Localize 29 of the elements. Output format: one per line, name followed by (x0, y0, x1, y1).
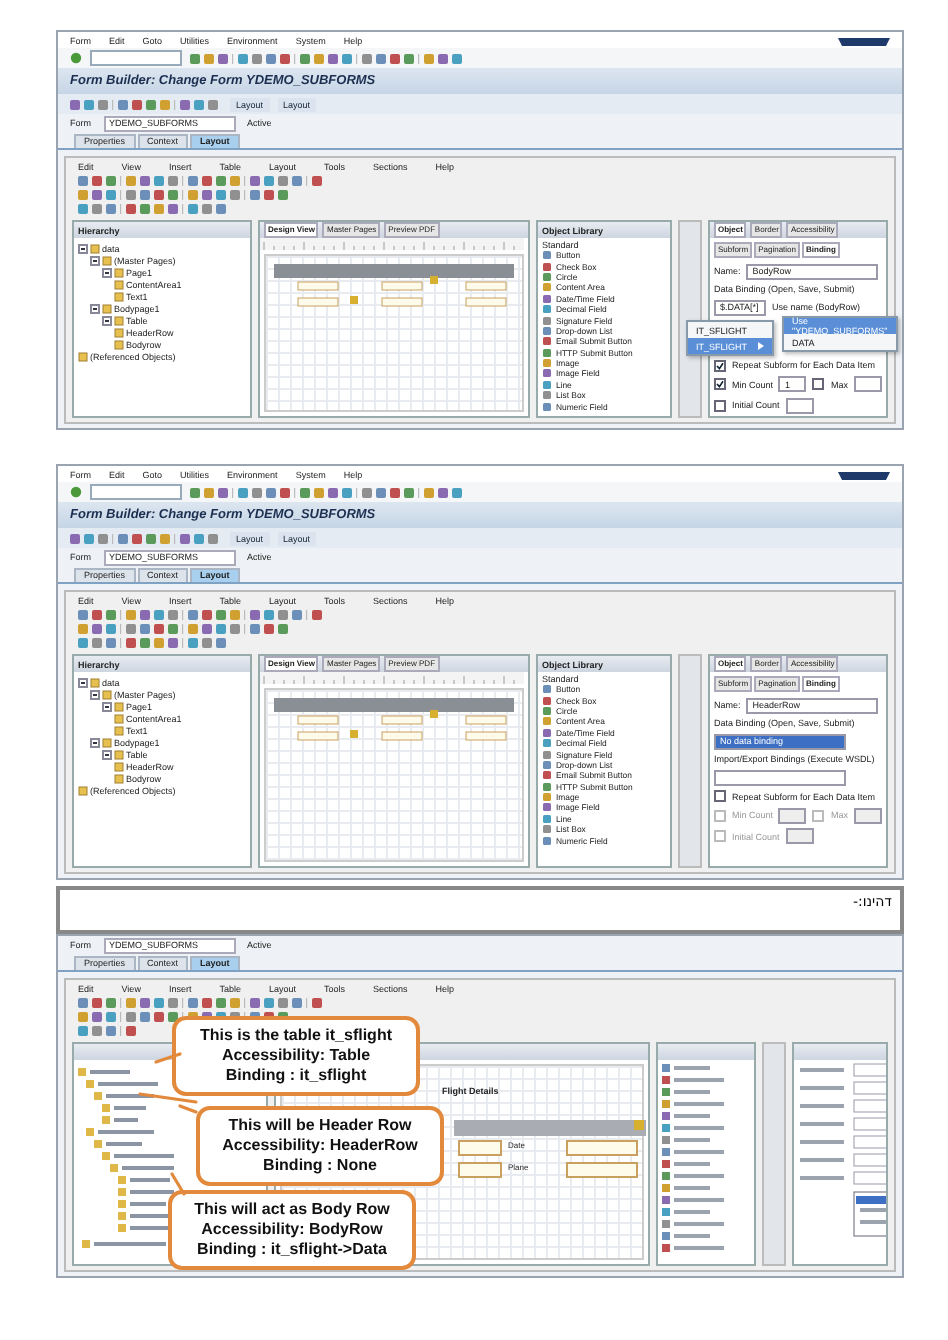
checkbox[interactable] (713, 378, 726, 390)
node-icon (78, 785, 88, 795)
callout: This will be Header Row Accessibility: HeaderRow Binding : None (196, 1106, 444, 1186)
leader-line (154, 1052, 182, 1064)
submenu-arrow-icon (758, 342, 765, 350)
count-field[interactable] (785, 828, 814, 844)
callout: This is the table it_sflight Accessibility: Table Binding : it_sflight (172, 1016, 420, 1096)
circle-icon (70, 52, 82, 64)
panel-header (658, 1044, 754, 1060)
command-field[interactable] (90, 50, 182, 66)
table-field (566, 1140, 638, 1156)
leader-line (170, 1172, 186, 1196)
checkbox[interactable] (713, 359, 726, 371)
text-field[interactable] (713, 769, 846, 785)
count-field[interactable] (785, 397, 814, 413)
count-field[interactable] (854, 376, 882, 392)
table-field (566, 1162, 638, 1178)
table-field (458, 1140, 502, 1156)
table-field (458, 1162, 502, 1178)
count-field[interactable] (854, 807, 882, 823)
count-field[interactable] (778, 807, 807, 823)
panel-header (794, 1044, 886, 1060)
checkbox[interactable] (812, 378, 825, 390)
node-icon (78, 351, 88, 361)
checkbox[interactable] (713, 399, 726, 411)
circle-icon (70, 486, 82, 498)
checkbox[interactable] (713, 790, 726, 802)
command-field[interactable] (90, 484, 182, 500)
callout: This will act as Body Row Accessibility: BodyRow Binding : it_sflight->Data (168, 1190, 416, 1270)
